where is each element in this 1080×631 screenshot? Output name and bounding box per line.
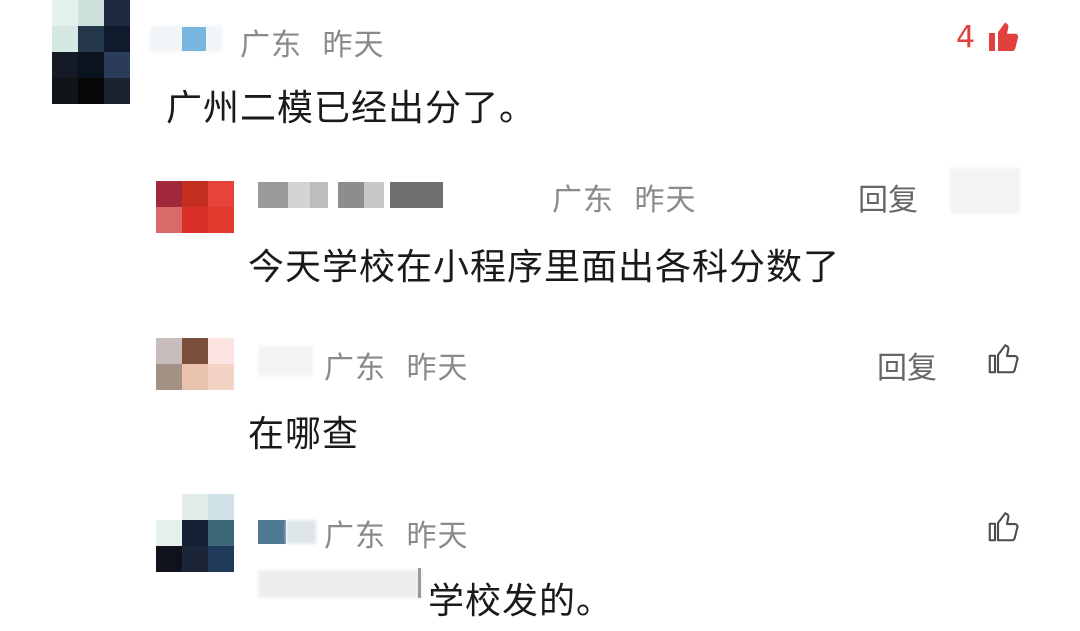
avatar[interactable] [156, 494, 234, 572]
reply-meta: 广东 昨天 [552, 175, 697, 219]
username-blurred[interactable] [258, 182, 443, 208]
avatar[interactable] [156, 181, 234, 233]
time-label: 昨天 [322, 28, 385, 63]
reply-text: 在哪查 [248, 414, 360, 455]
reply-text: 学校发的。 [428, 581, 614, 622]
like-count: 4 [956, 20, 976, 55]
like-icon-blurred[interactable] [950, 168, 1020, 214]
time-label: 昨天 [406, 519, 469, 554]
reply-meta: 广东 昨天 [324, 511, 469, 555]
location-label: 广东 [552, 183, 614, 218]
thumbs-up-outline-icon[interactable] [986, 340, 1022, 376]
reply-button[interactable]: 回复 [858, 175, 918, 219]
username-blurred[interactable] [258, 516, 318, 546]
time-label: 昨天 [634, 183, 697, 218]
time-label: 昨天 [406, 351, 469, 386]
text-divider [418, 568, 421, 598]
quoted-text-blurred [258, 570, 422, 598]
thumbs-up-filled-icon[interactable] [986, 18, 1022, 54]
location-label: 广东 [324, 519, 386, 554]
username-blurred [182, 27, 206, 51]
location-label: 广东 [324, 351, 386, 386]
comment-meta: 广东 昨天 [240, 20, 385, 64]
username-blurred[interactable] [258, 346, 313, 376]
reply-meta: 广东 昨天 [324, 343, 469, 387]
thumbs-up-outline-icon[interactable] [986, 508, 1022, 544]
reply-button[interactable]: 回复 [877, 343, 937, 387]
comment-text: 广州二模已经出分了。 [166, 88, 537, 129]
avatar[interactable] [156, 338, 234, 390]
reply-text: 今天学校在小程序里面出各科分数了 [248, 247, 841, 288]
location-label: 广东 [240, 28, 302, 63]
avatar[interactable] [52, 0, 130, 104]
